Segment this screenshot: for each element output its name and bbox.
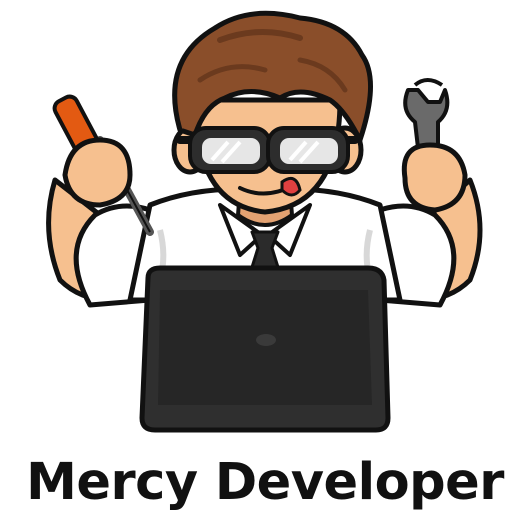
laptop-icon [139,265,391,433]
glasses-icon [176,126,359,174]
right-hand [401,142,468,213]
left-hand [62,137,133,208]
caption-title: Mercy Developer [26,453,504,512]
developer-mascot [46,10,483,433]
tongue [280,176,302,197]
